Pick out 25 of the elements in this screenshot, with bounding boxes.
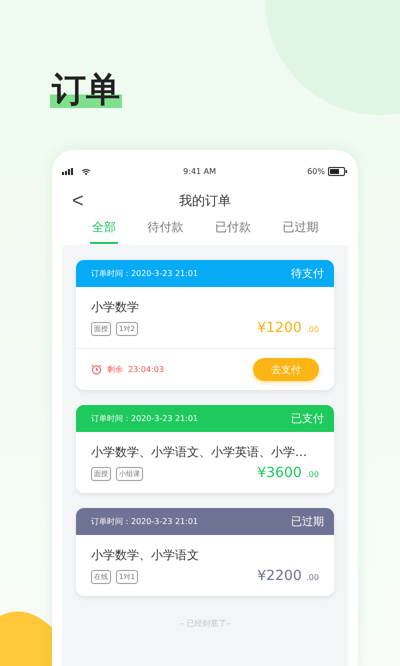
- order-time: 订单时间：2020-3-23 21:01: [91, 516, 198, 527]
- countdown-label: 剩余: [107, 364, 123, 375]
- alarm-clock-icon: [91, 364, 102, 375]
- course-title: 小学数学、小学语文: [91, 547, 200, 564]
- tab[interactable]: 已过期: [280, 214, 320, 244]
- order-time: 订单时间：2020-3-23 21:01: [91, 268, 198, 279]
- course-title: 小学数学、小学语文、小学英语、小学…: [91, 444, 308, 461]
- order-price: ¥2200 .00: [257, 568, 319, 584]
- order-status: 待支付: [291, 266, 324, 281]
- page-heading: 订单: [50, 72, 122, 108]
- clock-time: 9:41 AM: [183, 167, 216, 176]
- tab[interactable]: 待付款: [145, 214, 186, 244]
- tab[interactable]: 已付款: [212, 214, 253, 244]
- order-price: ¥1200 .00: [257, 320, 319, 336]
- order-status: 已支付: [291, 411, 324, 426]
- battery-icon: [328, 167, 348, 176]
- order-time: 订单时间：2020-3-23 21:01: [91, 413, 198, 424]
- course-title: 小学数学: [91, 299, 140, 316]
- signal-icon: [62, 168, 92, 176]
- order-price: ¥3600 .00: [257, 465, 319, 481]
- countdown-time: 23:04:03: [128, 365, 164, 374]
- back-button[interactable]: <: [62, 190, 92, 213]
- screen-title: 我的订单: [179, 193, 231, 210]
- order-status: 已过期: [291, 514, 324, 529]
- battery-percent: 60%: [307, 167, 325, 176]
